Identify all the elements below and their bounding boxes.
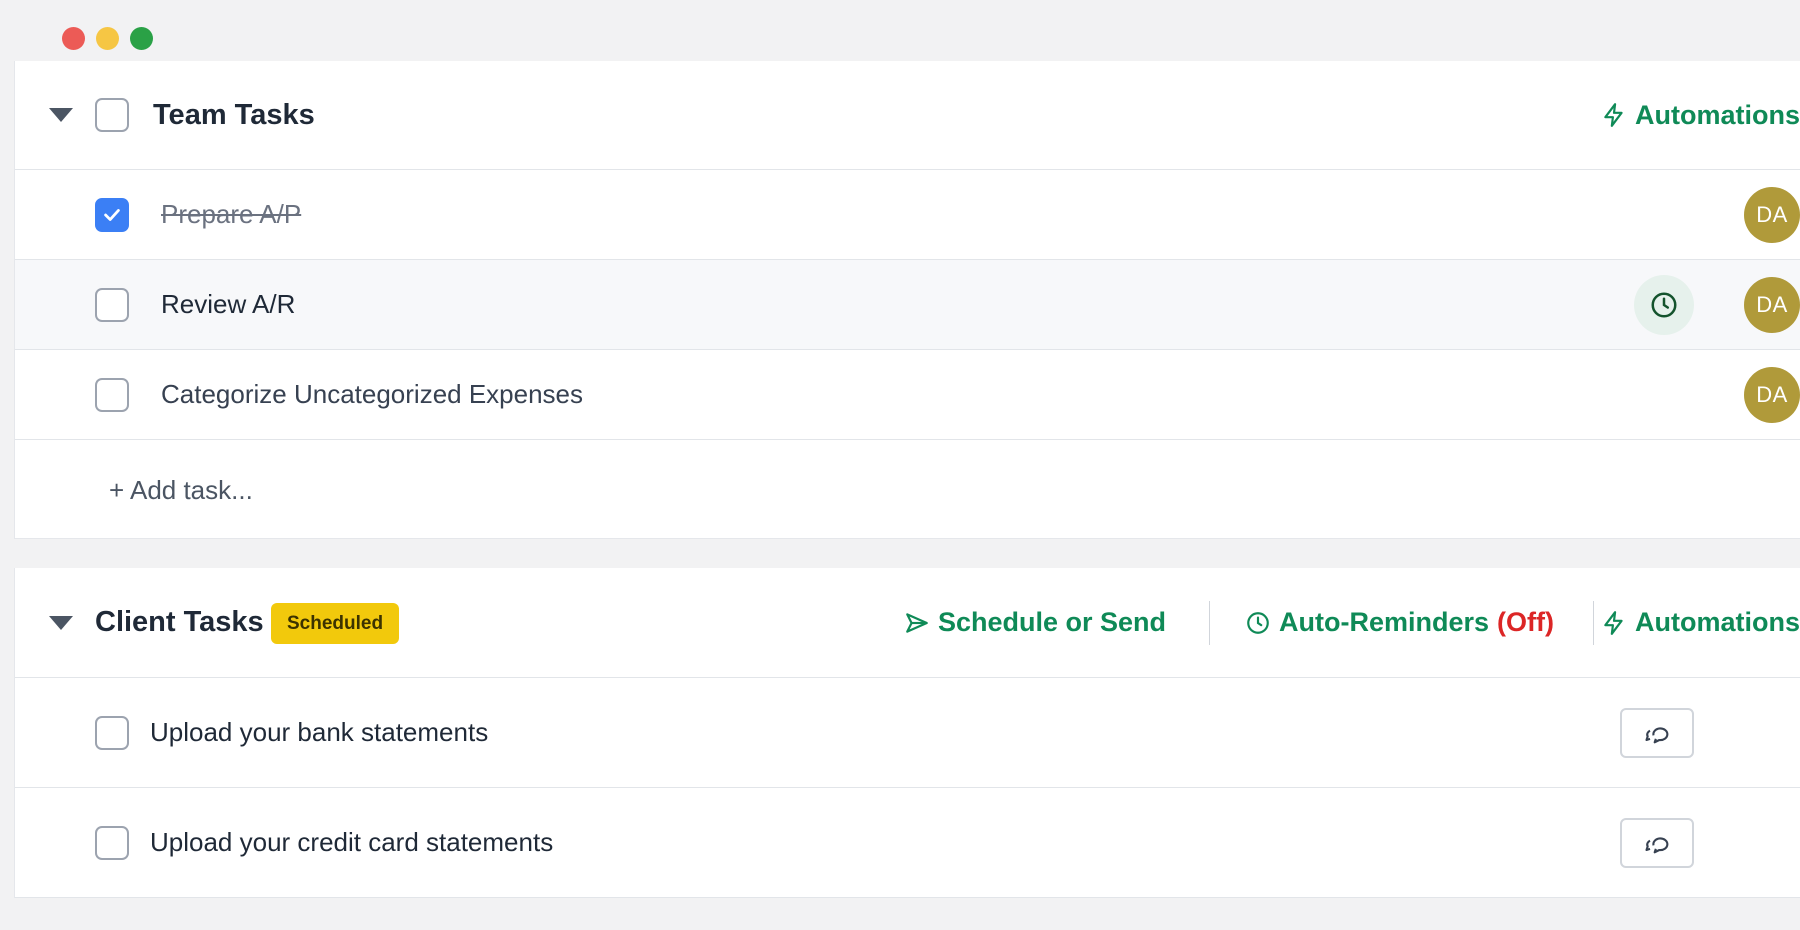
close-window-button[interactable]: [62, 27, 85, 50]
automations-label: Automations: [1635, 607, 1800, 637]
schedule-or-send-button[interactable]: Schedule or Send: [904, 607, 1166, 638]
reminders-state: (Off): [1497, 607, 1554, 637]
task-checkbox[interactable]: [95, 715, 129, 750]
caret-down-icon[interactable]: [49, 108, 73, 122]
divider: [1593, 601, 1594, 645]
maximize-window-button[interactable]: [130, 27, 153, 50]
lightning-bolt-icon: [1604, 103, 1623, 127]
section-title: Client Tasks: [95, 606, 264, 638]
comments-button[interactable]: [1620, 817, 1694, 868]
assignee-avatar[interactable]: DA: [1744, 276, 1800, 333]
add-task-row: + Add task...: [15, 440, 1800, 540]
task-label[interactable]: Upload your bank statements: [150, 717, 488, 748]
section-title: Team Tasks: [153, 98, 315, 131]
auto-reminders-button[interactable]: Auto-Reminders (Off): [1245, 607, 1554, 638]
clock-icon: [1247, 611, 1269, 634]
app-window: Team Tasks Automations Prepare A/P DA Re…: [0, 0, 1800, 930]
task-row: Prepare A/P DA: [15, 170, 1800, 260]
team-automations-button[interactable]: Automations: [1601, 100, 1800, 131]
reminder-button[interactable]: [1634, 274, 1694, 335]
client-tasks-header: Client Tasks Scheduled Schedule or Send …: [15, 568, 1800, 678]
task-checkbox[interactable]: [95, 377, 129, 412]
send-icon: [906, 612, 928, 633]
chat-bubbles-icon: [1645, 836, 1669, 853]
task-row: Review A/R DA: [15, 260, 1800, 350]
reminders-label: Auto-Reminders: [1279, 607, 1490, 637]
task-row: Categorize Uncategorized Expenses DA: [15, 350, 1800, 440]
task-label[interactable]: Prepare A/P: [161, 199, 301, 230]
task-checkbox[interactable]: [95, 825, 129, 860]
divider: [1209, 601, 1210, 645]
minimize-window-button[interactable]: [96, 27, 119, 50]
team-tasks-panel: Team Tasks Automations Prepare A/P DA Re…: [14, 61, 1800, 539]
schedule-label: Schedule or Send: [937, 607, 1166, 637]
task-row: Upload your bank statements: [15, 678, 1800, 788]
window-controls: [62, 27, 153, 50]
check-icon: [104, 208, 120, 221]
task-label[interactable]: Upload your credit card statements: [150, 827, 553, 858]
task-checkbox[interactable]: [95, 287, 129, 322]
client-tasks-panel: Client Tasks Scheduled Schedule or Send …: [14, 568, 1800, 898]
comments-button[interactable]: [1620, 707, 1694, 758]
lightning-bolt-icon: [1604, 610, 1623, 635]
assignee-avatar[interactable]: DA: [1744, 186, 1800, 243]
task-label[interactable]: Categorize Uncategorized Expenses: [161, 379, 583, 410]
chat-bubbles-icon: [1645, 726, 1669, 743]
task-checkbox-checked[interactable]: [95, 197, 129, 232]
add-task-button[interactable]: + Add task...: [109, 475, 253, 506]
caret-down-icon[interactable]: [49, 615, 73, 630]
clock-icon: [1651, 292, 1677, 317]
task-row: Upload your credit card statements: [15, 788, 1800, 898]
assignee-avatar[interactable]: DA: [1744, 366, 1800, 423]
scheduled-badge: Scheduled: [271, 603, 400, 644]
task-label[interactable]: Review A/R: [161, 289, 295, 320]
client-automations-button[interactable]: Automations: [1601, 607, 1800, 638]
team-tasks-header: Team Tasks Automations: [15, 61, 1800, 170]
automations-label: Automations: [1635, 99, 1800, 130]
team-select-all-checkbox[interactable]: [95, 98, 129, 132]
